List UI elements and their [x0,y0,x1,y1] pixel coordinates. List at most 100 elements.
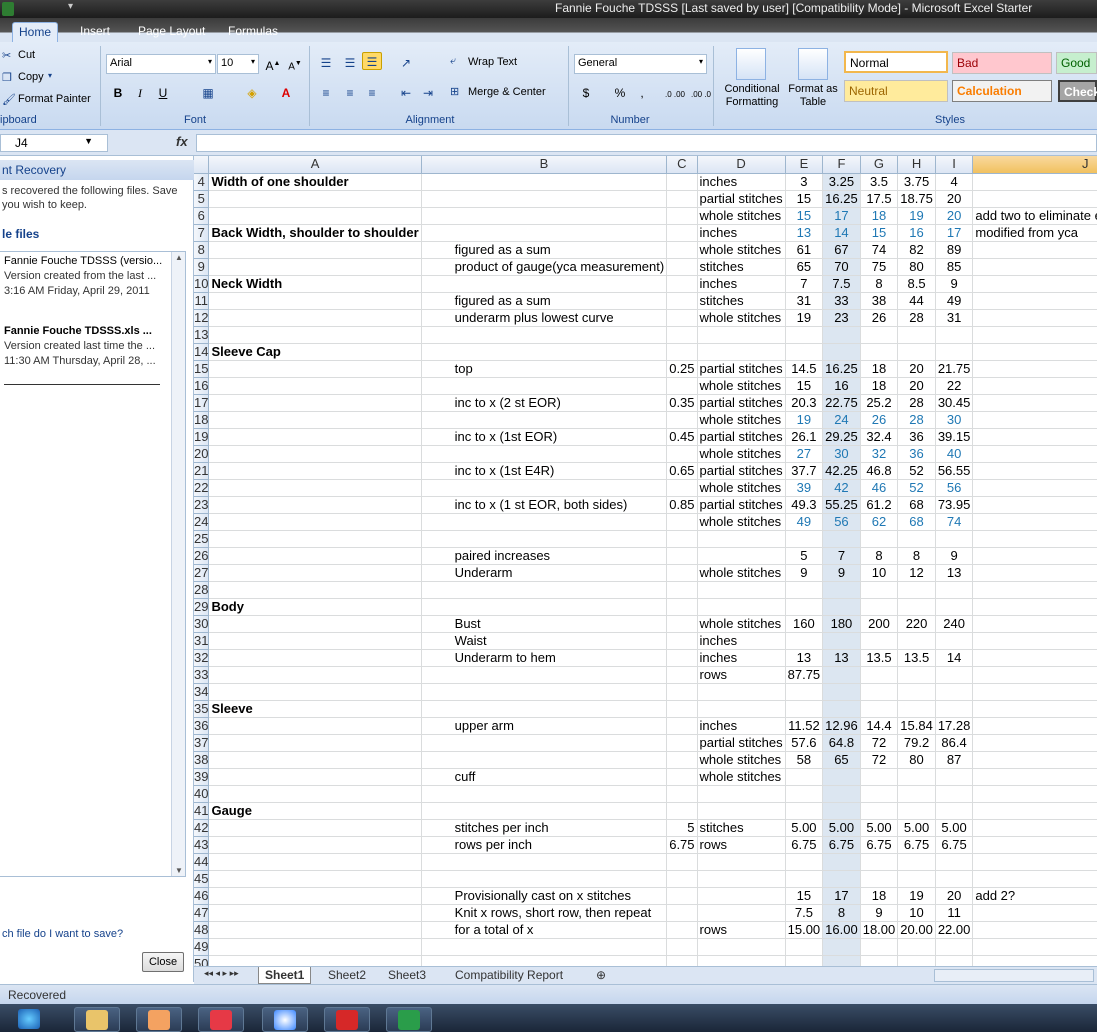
cell-h[interactable]: 36 [897,428,936,446]
cell-g[interactable]: 3.5 [860,173,899,191]
cell-f[interactable]: 70 [822,258,861,276]
cell-b[interactable]: upper arm [421,717,668,735]
cell-i[interactable] [935,683,974,701]
cell-b[interactable]: Knit x rows, short row, then repeat [421,904,668,922]
cell-e[interactable]: 49.3 [785,496,824,514]
cell-g[interactable]: 26 [860,411,899,429]
cell-f[interactable] [822,700,861,718]
cell-c[interactable] [666,615,698,633]
cell-d[interactable]: inches [697,632,786,650]
cell-e[interactable]: 87.75 [785,666,824,684]
column-header[interactable]: F [822,156,861,174]
cell-a[interactable] [208,445,422,463]
cell-j[interactable] [972,190,1097,208]
cell-c[interactable] [666,173,698,191]
cell-e[interactable] [785,870,824,888]
shrink-font-icon[interactable]: A▼ [285,55,305,73]
style-check[interactable]: Check [1058,80,1097,102]
cell-f[interactable]: 16.25 [822,190,861,208]
row-header[interactable]: 12 [194,309,210,327]
cell-c[interactable] [666,632,698,650]
cell-a[interactable] [208,785,422,803]
cell-i[interactable] [935,326,974,344]
cell-i[interactable] [935,785,974,803]
cell-e[interactable]: 5 [785,547,824,565]
column-header[interactable]: G [860,156,899,174]
cell-h[interactable]: 68 [897,513,936,531]
cell-i[interactable]: 5.00 [935,819,974,837]
cell-g[interactable] [860,955,899,966]
cell-g[interactable]: 5.00 [860,819,899,837]
first-sheet-icon[interactable]: ◂◂ ◂ ▸ ▸▸ [198,967,245,984]
cell-g[interactable]: 15 [860,224,899,242]
cell-c[interactable] [666,955,698,966]
cell-j[interactable] [972,785,1097,803]
cell-g[interactable]: 72 [860,734,899,752]
cell-b[interactable] [421,445,668,463]
cell-e[interactable]: 65 [785,258,824,276]
cell-i[interactable]: 20 [935,207,974,225]
cell-c[interactable] [666,938,698,956]
cell-e[interactable] [785,785,824,803]
cell-f[interactable]: 56 [822,513,861,531]
cell-h[interactable] [897,768,936,786]
cell-d[interactable]: whole stitches [697,309,786,327]
cell-b[interactable] [421,683,668,701]
cell-a[interactable] [208,428,422,446]
cell-g[interactable]: 8 [860,275,899,293]
merge-center-button[interactable]: Merge & Center [468,86,546,98]
format-painter-icon[interactable]: 🖌 [2,93,16,106]
cell-e[interactable]: 15 [785,887,824,905]
row-header[interactable]: 9 [194,258,210,276]
cell-a[interactable] [208,649,422,667]
cell-d[interactable]: inches [697,224,786,242]
cell-j[interactable] [972,598,1097,616]
row-header[interactable]: 33 [194,666,210,684]
cell-g[interactable] [860,768,899,786]
cell-b[interactable] [421,173,668,191]
cell-b[interactable]: cuff [421,768,668,786]
cell-a[interactable] [208,496,422,514]
row-header[interactable]: 47 [194,904,210,922]
style-calculation[interactable]: Calculation [952,80,1052,102]
cell-h[interactable]: 28 [897,394,936,412]
cell-j[interactable] [972,615,1097,633]
cell-j[interactable] [972,751,1097,769]
cell-b[interactable] [421,530,668,548]
cell-a[interactable]: Sleeve [208,700,422,718]
cell-d[interactable]: inches [697,173,786,191]
row-header[interactable]: 36 [194,717,210,735]
cell-i[interactable] [935,955,974,966]
percent-icon[interactable]: % [610,84,630,102]
cut-icon[interactable]: ✂ [2,49,11,62]
cell-c[interactable] [666,904,698,922]
cell-a[interactable] [208,547,422,565]
cell-j[interactable] [972,768,1097,786]
cell-d[interactable]: partial stitches [697,496,786,514]
cell-c[interactable] [666,547,698,565]
cell-g[interactable]: 18.00 [860,921,899,939]
cell-d[interactable]: partial stitches [697,190,786,208]
cell-i[interactable]: 6.75 [935,836,974,854]
row-header[interactable]: 17 [194,394,210,412]
cell-i[interactable]: 17.28 [935,717,974,735]
cell-f[interactable]: 7.5 [822,275,861,293]
cell-e[interactable]: 5.00 [785,819,824,837]
cell-b[interactable]: Bust [421,615,668,633]
cell-j[interactable] [972,564,1097,582]
cell-d[interactable]: whole stitches [697,445,786,463]
row-header[interactable]: 6 [194,207,210,225]
cell-d[interactable]: inches [697,275,786,293]
cell-e[interactable] [785,632,824,650]
cell-e[interactable] [785,530,824,548]
cell-b[interactable]: top [421,360,668,378]
cell-i[interactable] [935,700,974,718]
cell-c[interactable] [666,190,698,208]
underline-icon[interactable]: U [153,84,173,102]
cell-j[interactable] [972,377,1097,395]
cell-b[interactable] [421,207,668,225]
cell-c[interactable] [666,292,698,310]
cell-c[interactable]: 0.25 [666,360,698,378]
cell-a[interactable] [208,853,422,871]
cell-i[interactable]: 56 [935,479,974,497]
